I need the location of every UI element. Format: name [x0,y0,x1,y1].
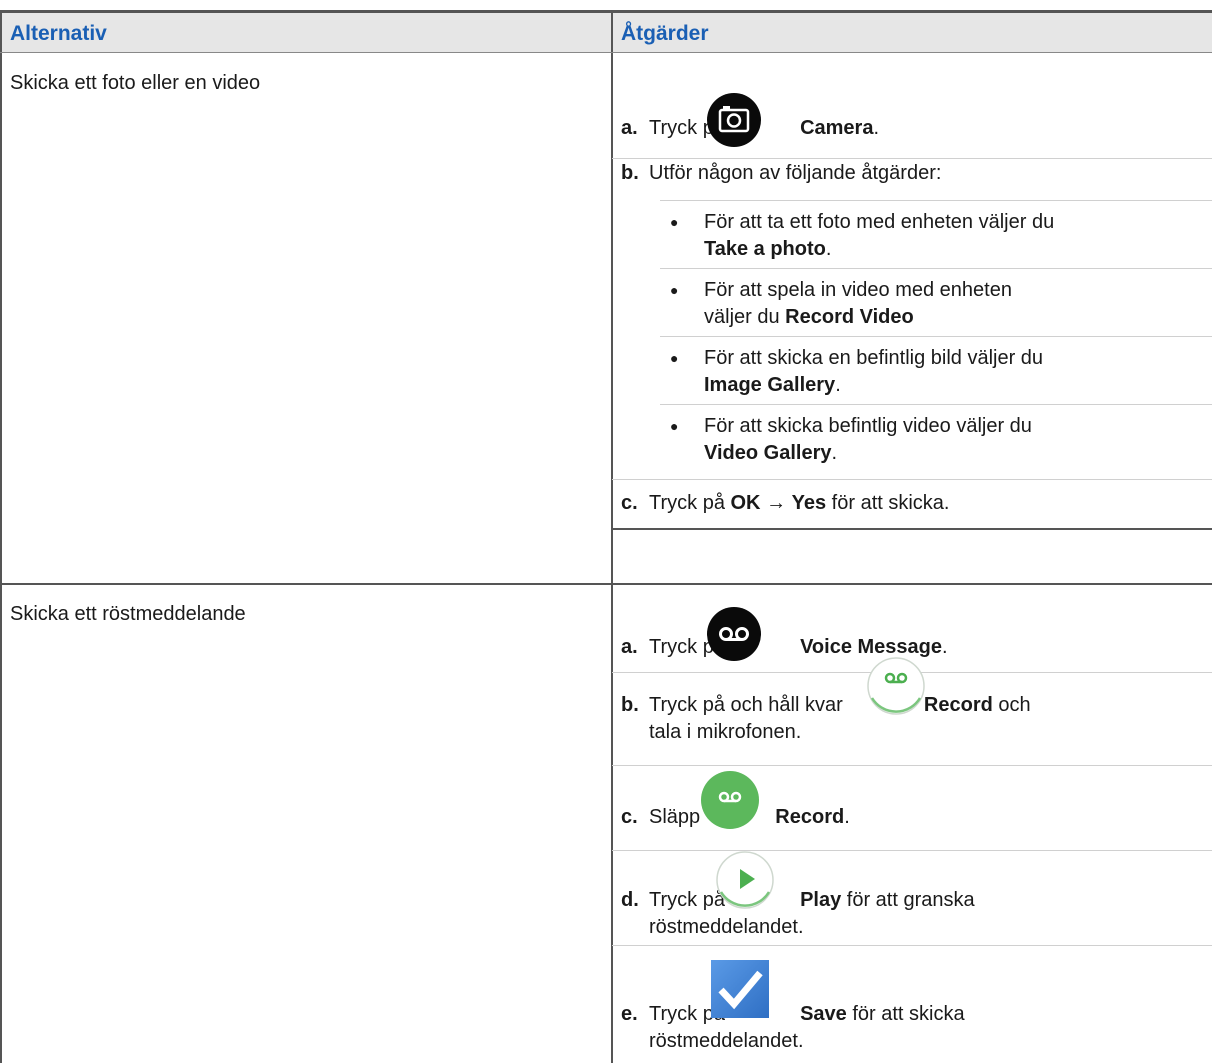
step-label: b. [621,694,639,716]
bullet-separator [660,336,1212,337]
bullet-separator [660,404,1212,405]
bullet-punct: . [825,238,832,260]
play-icon [716,851,774,909]
step-separator [612,945,1212,946]
step-text: Tryck på och håll kvar [649,694,843,716]
step-separator [612,158,1212,159]
step-label: e. [621,1003,638,1025]
column-divider [611,10,613,1063]
step-punct: . [873,117,880,139]
step-text: för att skicka [852,1003,965,1025]
row1-end-line [613,528,1212,530]
step-separator [660,200,1212,201]
step-separator [612,765,1212,766]
step-text: Tryck på [649,492,725,514]
bullet-punct: . [835,374,841,396]
step-punct: . [844,806,850,828]
image-gallery-label: Image Gallery [704,374,836,396]
header-atgarder: Åtgärder [621,22,709,45]
step-label: d. [621,889,639,911]
record-green-icon [701,771,759,829]
bullet-text: För att ta ett foto med enheten väljer d… [704,211,1055,233]
bullet-separator [660,268,1212,269]
bullet-dot: ● [670,282,679,298]
checkmark-icon [711,960,769,1018]
voicemail-icon [707,607,761,661]
camera-label: Camera [800,117,874,139]
bullet-punct: . [831,442,838,464]
step-text: tala i mikrofonen. [649,721,802,743]
bullet-text: För att spela in video med enheten [704,279,1012,301]
step-text: Tryck på [649,889,725,911]
camera-icon [707,93,761,147]
bullet-text: För att skicka en befintlig bild väljer … [704,347,1044,369]
play-label: Play [800,889,842,911]
step-text: för att granska [846,889,975,911]
option-voice-message: Skicka ett röstmeddelande [10,603,246,625]
step-separator [612,850,1212,851]
step-label: c. [621,492,638,514]
header-alternativ: Alternativ [10,22,107,45]
step-punct: . [942,636,948,658]
bullet-text: väljer du [704,306,780,328]
step-label: c. [621,806,638,828]
record-label: Record [923,694,993,716]
record-label: Record [775,806,845,828]
bullet-text: För att skicka befintlig video väljer du [704,415,1032,437]
save-label: Save [800,1003,847,1025]
bullet-dot: ● [670,214,679,230]
step-label: a. [621,117,638,139]
table-border-left [0,10,2,1063]
step-text: och [998,694,1031,716]
step-separator [612,479,1212,480]
step-text: röstmeddelandet. [649,1030,804,1052]
bullet-dot: ● [670,350,679,366]
step-text: Släpp [649,806,701,828]
video-gallery-label: Video Gallery [704,442,832,464]
bullet-dot: ● [670,418,679,434]
row-divider [0,583,1212,585]
option-photo-video: Skicka ett foto eller en video [10,72,261,94]
arrow-icon: → [766,492,787,514]
take-photo-label: Take a photo [704,238,826,260]
step-text: för att skicka. [831,492,950,514]
voice-message-label: Voice Message [800,636,942,658]
header-divider [0,52,1212,53]
step-text: Utför någon av följande åtgärder: [649,162,942,184]
record-outline-icon [867,657,925,715]
yes-label: Yes [791,492,827,514]
step-label: b. [621,162,639,184]
ok-label: OK [730,492,761,514]
step-label: a. [621,636,638,658]
step-text: röstmeddelandet. [649,916,804,938]
procedure-table: Alternativ Åtgärder Skicka ett foto elle… [0,0,1212,1063]
record-video-label: Record Video [785,306,914,328]
